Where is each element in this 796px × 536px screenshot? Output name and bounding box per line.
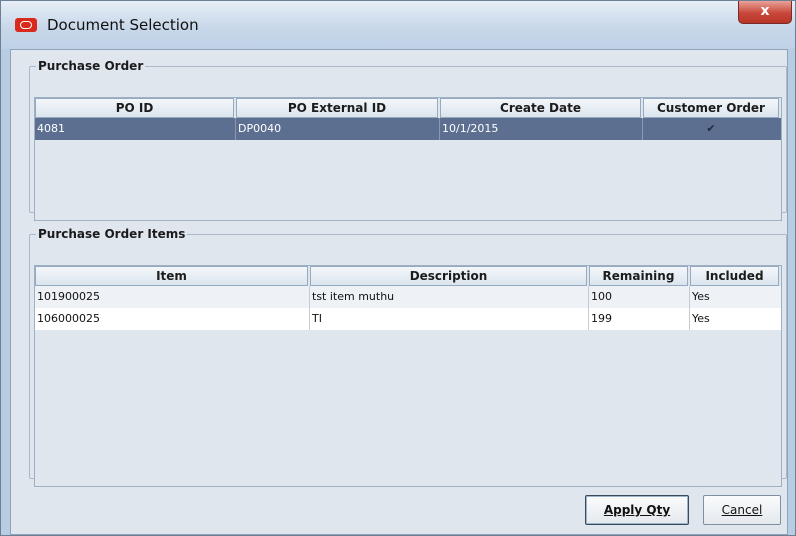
dialog-window: Document Selection x Purchase Order PO I… bbox=[0, 0, 796, 536]
cell-included: Yes bbox=[692, 312, 710, 325]
table-header: PO ID PO External ID Create Date Custome… bbox=[35, 98, 781, 118]
purchase-order-group: Purchase Order PO ID PO External ID Crea… bbox=[29, 59, 787, 221]
apply-qty-label: Apply Qty bbox=[603, 503, 671, 517]
column-header-po-id[interactable]: PO ID bbox=[35, 98, 234, 118]
cell-item: 101900025 bbox=[35, 286, 310, 308]
cell-remaining: 100 bbox=[589, 286, 690, 308]
table-row[interactable]: 106000025 TI 199 Yes bbox=[35, 308, 781, 330]
dialog-content: Purchase Order PO ID PO External ID Crea… bbox=[10, 49, 788, 535]
purchase-order-items-group: Purchase Order Items Item Description Re… bbox=[29, 227, 787, 487]
cell-included: Yes bbox=[692, 290, 710, 303]
oracle-logo-icon bbox=[15, 18, 37, 32]
column-header-description[interactable]: Description bbox=[310, 266, 587, 286]
checkmark-icon: ✔ bbox=[706, 122, 716, 135]
table-header: Item Description Remaining Included bbox=[35, 266, 781, 286]
purchase-order-legend: Purchase Order bbox=[38, 59, 144, 73]
column-header-create-date[interactable]: Create Date bbox=[440, 98, 641, 118]
column-header-item[interactable]: Item bbox=[35, 266, 308, 286]
window-title: Document Selection bbox=[47, 16, 199, 34]
cell-create-date: 10/1/2015 bbox=[440, 118, 643, 140]
cell-item: 106000025 bbox=[35, 308, 310, 330]
cell-po-id: 4081 bbox=[35, 118, 236, 140]
purchase-order-table[interactable]: PO ID PO External ID Create Date Custome… bbox=[34, 97, 782, 221]
close-button[interactable]: x bbox=[738, 1, 792, 24]
purchase-order-items-legend: Purchase Order Items bbox=[38, 227, 186, 241]
apply-qty-button[interactable]: Apply Qty bbox=[585, 495, 689, 525]
column-header-po-external-id[interactable]: PO External ID bbox=[236, 98, 438, 118]
title-bar[interactable]: Document Selection x bbox=[1, 1, 795, 49]
cell-description: TI bbox=[310, 308, 589, 330]
column-header-included[interactable]: Included bbox=[690, 266, 779, 286]
purchase-order-items-table[interactable]: Item Description Remaining Included 1019… bbox=[34, 265, 782, 487]
column-header-remaining[interactable]: Remaining bbox=[589, 266, 688, 286]
cancel-button[interactable]: Cancel bbox=[703, 495, 781, 525]
cell-remaining: 199 bbox=[589, 308, 690, 330]
column-header-customer-order[interactable]: Customer Order bbox=[643, 98, 779, 118]
table-row[interactable]: 4081 DP0040 10/1/2015 ✔ bbox=[35, 118, 781, 140]
cell-description: tst item muthu bbox=[310, 286, 589, 308]
table-row[interactable]: 101900025 tst item muthu 100 Yes bbox=[35, 286, 781, 308]
cell-po-external-id: DP0040 bbox=[236, 118, 440, 140]
cancel-label: Cancel bbox=[721, 503, 763, 517]
